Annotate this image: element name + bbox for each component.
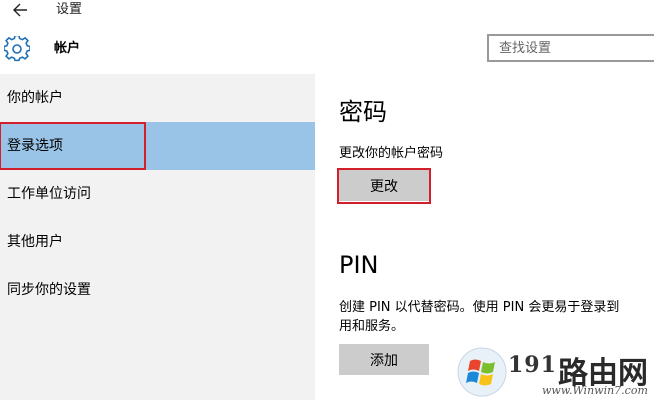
add-pin-button[interactable]: 添加 xyxy=(339,344,429,375)
sidebar-item-other-users[interactable]: 其他用户 xyxy=(0,218,315,266)
page-title: 帐户 xyxy=(54,41,81,56)
sidebar-item-your-account[interactable]: 你的帐户 xyxy=(0,74,315,122)
pin-description-line2: 用和服务。 xyxy=(339,319,405,334)
sidebar-item-work-access[interactable]: 工作单位访问 xyxy=(0,170,315,218)
password-heading: 密码 xyxy=(339,98,387,126)
password-description: 更改你的帐户密码 xyxy=(339,146,444,161)
pin-description-line1: 创建 PIN 以代替密码。使用 PIN 会更易于登录到 xyxy=(339,300,620,315)
pin-heading: PIN xyxy=(339,251,379,279)
page-header: 帐户 xyxy=(0,22,654,74)
search-box[interactable] xyxy=(487,34,654,62)
back-arrow-icon[interactable] xyxy=(10,0,32,20)
change-password-button[interactable]: 更改 xyxy=(339,170,429,201)
search-input[interactable] xyxy=(489,36,649,60)
app-title: 设置 xyxy=(56,2,83,17)
sidebar: 你的帐户 登录选项 工作单位访问 其他用户 同步你的设置 xyxy=(0,74,315,400)
main-content: 密码 更改你的帐户密码 更改 PIN 创建 PIN 以代替密码。使用 PIN 会… xyxy=(315,74,654,400)
title-bar: 设置 xyxy=(0,0,654,22)
sidebar-item-sign-in-options[interactable]: 登录选项 xyxy=(0,122,315,170)
gear-icon xyxy=(4,36,30,62)
sidebar-item-sync-settings[interactable]: 同步你的设置 xyxy=(0,266,315,314)
